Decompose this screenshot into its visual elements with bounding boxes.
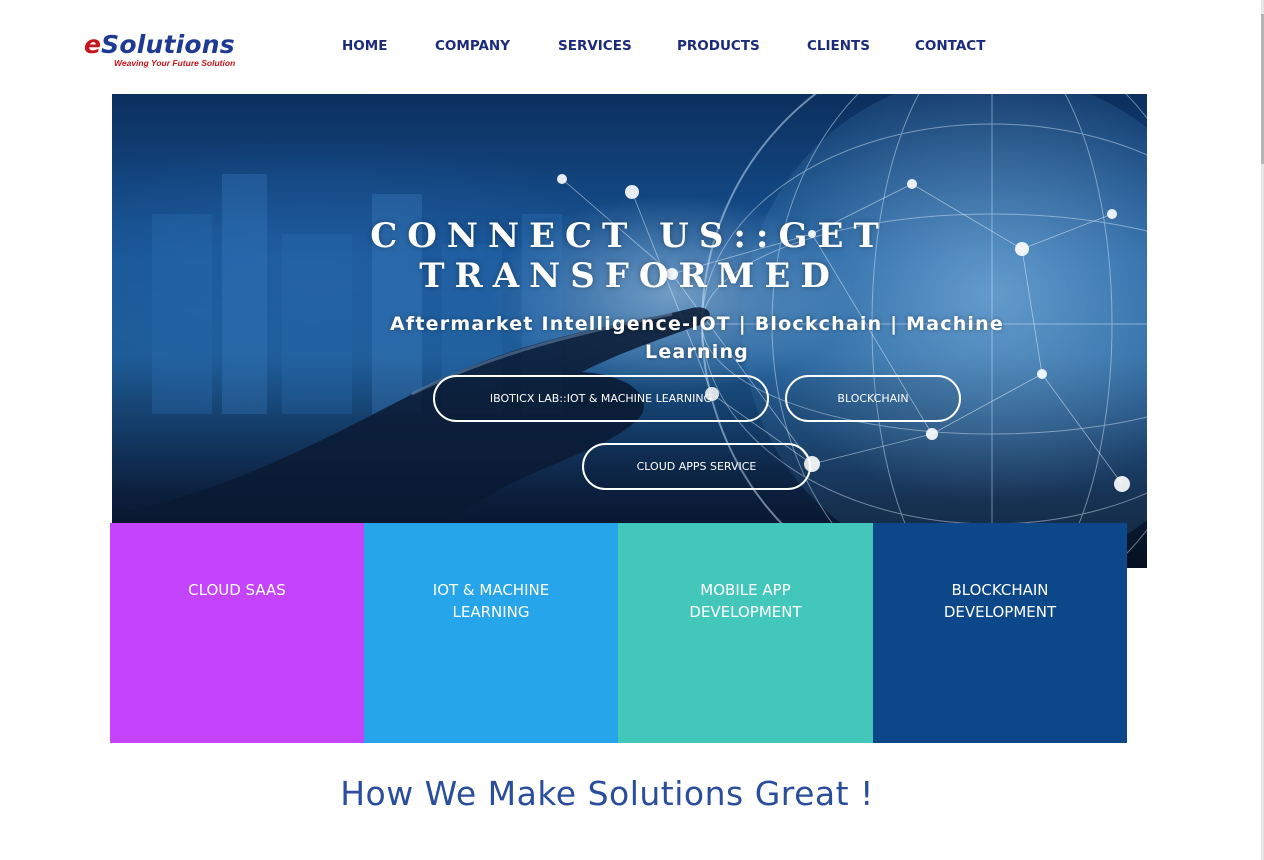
tile-label-line2: DEVELOPMENT <box>943 603 1057 621</box>
site-logo[interactable]: eSolutions Weaving Your Future Solution <box>84 30 254 70</box>
tile-label-line1: IOT & MACHINE <box>432 581 550 599</box>
nav-contact[interactable]: CONTACT <box>915 38 985 54</box>
nav-home[interactable]: HOME <box>342 38 387 54</box>
tile-label-line1: MOBILE APP <box>700 581 791 599</box>
nav-clients[interactable]: CLIENTS <box>807 38 870 54</box>
tile-label-line2: LEARNING <box>452 603 530 621</box>
logo-tagline: Weaving Your Future Solution <box>114 58 236 68</box>
section-title: How We Make Solutions Great ! <box>340 774 874 813</box>
tile-blockchain-development[interactable]: BLOCKCHAIN DEVELOPMENT <box>873 523 1127 743</box>
logo-text: Solutions <box>101 30 235 59</box>
blockchain-button[interactable]: BLOCKCHAIN <box>785 375 961 422</box>
cloud-apps-service-button[interactable]: CLOUD APPS SERVICE <box>582 443 811 490</box>
hero-subtitle: Aftermarket Intelligence-IOT | Blockchai… <box>390 313 1004 363</box>
nav-products[interactable]: PRODUCTS <box>677 38 760 54</box>
hero-title-line2: TRANSFORMED <box>419 256 840 296</box>
hero-title-line1: CONNECT US::GET <box>370 216 889 256</box>
tile-cloud-saas[interactable]: CLOUD SAAS <box>110 523 364 743</box>
hero-banner: CONNECT US::GET TRANSFORMED Aftermarket … <box>112 94 1147 568</box>
tile-mobile-app-development[interactable]: MOBILE APP DEVELOPMENT <box>618 523 873 743</box>
tile-label-line2: DEVELOPMENT <box>689 603 802 621</box>
logo-letter: e <box>84 30 102 59</box>
iboticx-lab-button[interactable]: IBOTICX LAB::IOT & MACHINE LEARNING <box>433 375 769 422</box>
tile-label: CLOUD SAAS <box>188 581 286 599</box>
tile-label-line1: BLOCKCHAIN <box>951 581 1049 599</box>
tile-iot-machine-learning[interactable]: IOT & MACHINE LEARNING <box>364 523 618 743</box>
nav-company[interactable]: COMPANY <box>435 38 510 54</box>
logo-wordmark: eSolutions <box>84 30 235 60</box>
nav-services[interactable]: SERVICES <box>558 38 632 54</box>
hero-title: CONNECT US::GET TRANSFORMED <box>112 216 1147 296</box>
